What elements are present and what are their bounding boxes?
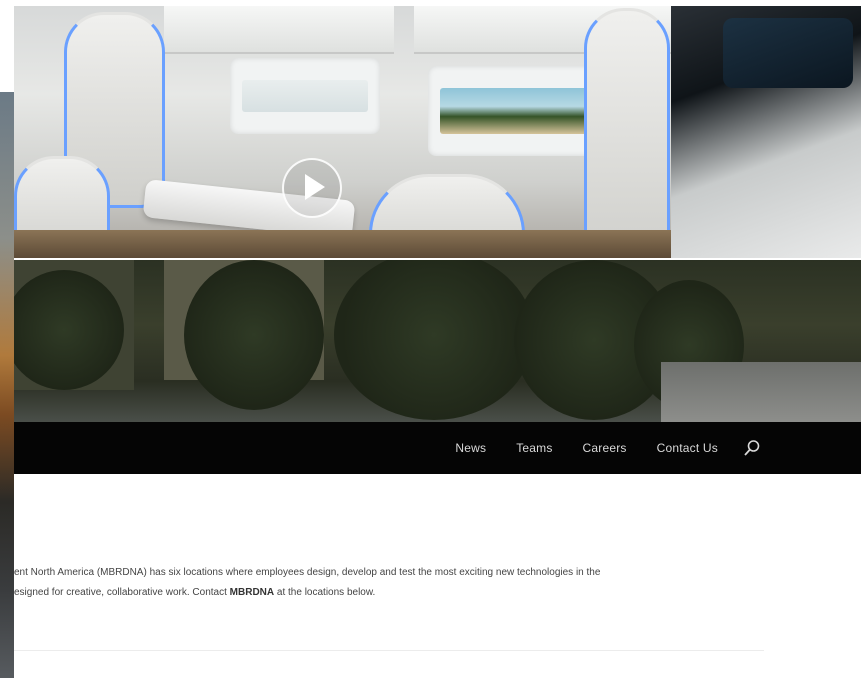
tree xyxy=(334,260,534,420)
door-display xyxy=(230,58,380,134)
paragraph-line: ent North America (MBRDNA) has six locat… xyxy=(14,567,601,578)
play-button[interactable] xyxy=(282,158,342,218)
nav-teams[interactable]: Teams xyxy=(501,441,567,455)
campus-background xyxy=(14,260,861,422)
nav-contact-us[interactable]: Contact Us xyxy=(642,441,733,455)
dashboard-screen xyxy=(723,18,853,88)
nav-links: News Teams Careers Contact Us xyxy=(440,422,733,474)
main-nav: News Teams Careers Contact Us xyxy=(14,422,861,474)
paragraph-text: at the locations below. xyxy=(274,587,376,598)
left-background-panel xyxy=(0,92,14,678)
door-display xyxy=(428,66,608,156)
car-seat xyxy=(584,8,670,258)
divider xyxy=(14,650,764,651)
car-floor xyxy=(14,230,671,258)
car-window xyxy=(164,6,394,54)
paragraph-line: esigned for creative, collaborative work… xyxy=(14,583,754,603)
walkway xyxy=(661,362,861,422)
paragraph-text: esigned for creative, collaborative work… xyxy=(14,587,230,598)
nav-careers[interactable]: Careers xyxy=(568,441,642,455)
nav-news[interactable]: News xyxy=(440,441,501,455)
mbrdna-link[interactable]: MBRDNA xyxy=(230,587,274,598)
tree xyxy=(184,260,324,410)
intro-paragraph: ent North America (MBRDNA) has six locat… xyxy=(14,563,754,603)
hero-video[interactable] xyxy=(14,6,861,258)
content-area: ent North America (MBRDNA) has six locat… xyxy=(14,474,861,678)
search-icon[interactable] xyxy=(743,439,761,457)
dashboard xyxy=(671,6,861,258)
